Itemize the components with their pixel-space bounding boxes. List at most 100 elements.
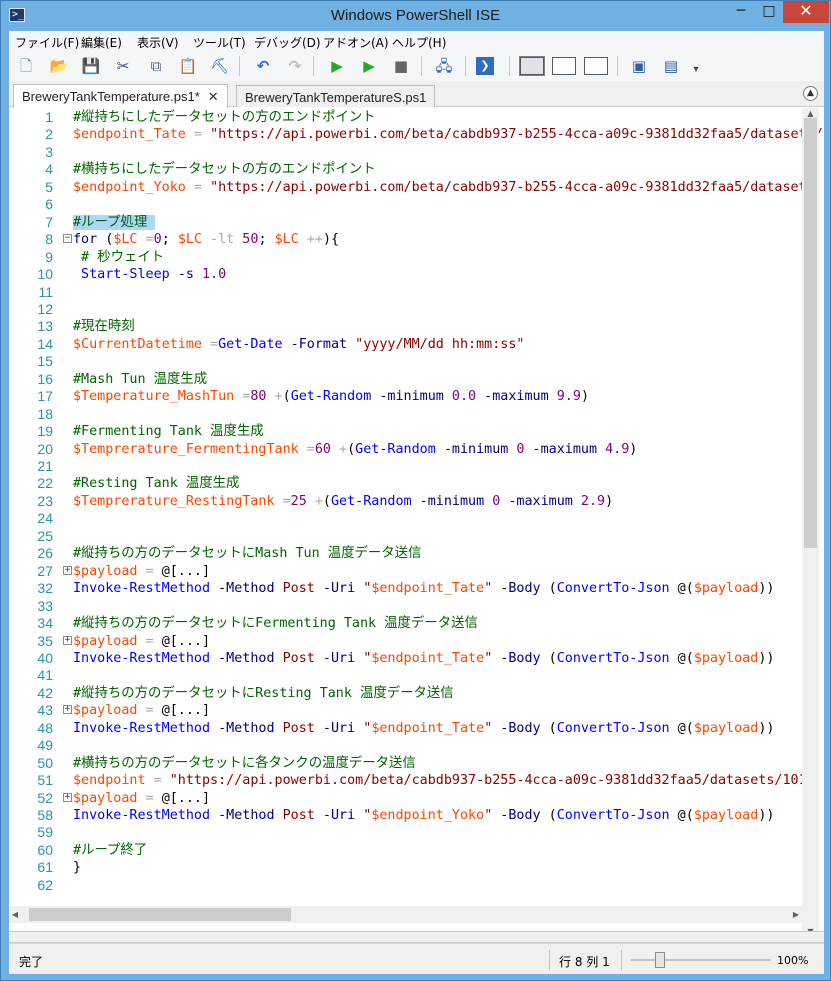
title-bar[interactable]: >_ Windows PowerShell ISE ─ □ ✕ [1, 1, 830, 31]
show-script-right-icon[interactable] [552, 57, 576, 75]
code-line[interactable]: 41 [9, 667, 799, 684]
scroll-right-icon[interactable]: ▶ [790, 906, 802, 923]
code-line[interactable]: 34 #縦持ちの方のデータセットにFermenting Tank 温度データ送信 [9, 615, 799, 632]
code-line[interactable]: 5 $endpoint_Yoko = "https://api.powerbi.c… [9, 179, 815, 196]
code-token: $endpoint_Yoko [371, 808, 485, 823]
show-script-top-icon[interactable] [519, 56, 545, 76]
stop-icon[interactable]: ■ [390, 55, 412, 77]
code-line[interactable]: 52 + $payload = @[...] [9, 790, 799, 807]
expand-region-icon[interactable]: + [63, 792, 72, 802]
menu-item[interactable]: ツール(T) [193, 34, 246, 51]
show-command-addon-icon[interactable]: ▤ [660, 55, 682, 77]
code-line[interactable]: 3 [9, 144, 799, 161]
code-line[interactable]: 7 #ループ処理 [9, 214, 799, 231]
code-line[interactable]: 12 [9, 301, 799, 318]
expand-region-icon[interactable]: + [63, 705, 72, 715]
maximize-button[interactable]: □ [755, 1, 783, 23]
code-line[interactable]: 32 Invoke-RestMethod -Method Post -Uri "$… [9, 580, 799, 597]
script-editor[interactable]: 1 #縦持ちにしたデータセットの方のエンドポイント 2 $endpoint_Tate … [9, 108, 824, 938]
scroll-left-icon[interactable]: ◀ [9, 906, 21, 923]
code-line[interactable]: 1 #縦持ちにしたデータセットの方のエンドポイント [9, 109, 799, 126]
code-line[interactable]: 35 + $payload = @[...] [9, 633, 799, 650]
code-token: Get-Date [218, 336, 283, 352]
code-line[interactable]: 20 $Temprerature_FermentingTank =60 +(Get… [9, 441, 799, 458]
horizontal-scrollbar[interactable]: ◀ ▶ [9, 906, 802, 923]
copy-icon[interactable]: ⧉ [145, 55, 167, 77]
minimize-button[interactable]: ─ [727, 1, 755, 23]
code-line[interactable]: 25 [9, 528, 799, 545]
code-line[interactable]: 58 Invoke-RestMethod -Method Post -Uri "$… [9, 807, 799, 824]
code-line[interactable]: 50 #横持ちの方のデータセットに各タンクの温度データ送信 [9, 755, 799, 772]
code-line[interactable]: 21 [9, 458, 799, 475]
code-line[interactable]: 10 Start-Sleep -s 1.0 [9, 266, 799, 283]
code-line[interactable]: 11 [9, 284, 799, 301]
run-script-icon[interactable]: ▶ [326, 55, 348, 77]
cut-icon[interactable]: ✂ [112, 55, 134, 77]
show-script-maximized-icon[interactable] [584, 57, 608, 75]
clear-console-icon[interactable]: ⛏ [209, 55, 231, 77]
code-line[interactable]: 6 [9, 196, 799, 213]
menu-item[interactable]: ファイル(F) [15, 34, 79, 51]
tab-brewery-tank-temperature[interactable]: BreweryTankTemperature.ps1* ✕ [13, 84, 228, 108]
code-line[interactable]: 26 #縦持ちの方のデータセットにMash Tun 温度データ送信 [9, 545, 799, 562]
code-line[interactable]: 18 [9, 406, 799, 423]
menu-item[interactable]: アドオン(A) [323, 34, 389, 51]
code-line[interactable]: 19 #Fermenting Tank 温度生成 [9, 423, 799, 440]
close-button[interactable]: ✕ [783, 1, 829, 23]
line-number: 2 [45, 126, 53, 143]
code-line[interactable]: 42 #縦持ちの方のデータセットにResting Tank 温度データ送信 [9, 685, 799, 702]
code-line[interactable]: 13 #現在時刻 [9, 318, 799, 335]
code-line[interactable]: 24 [9, 510, 799, 527]
code-line[interactable]: 22 #Resting Tank 温度生成 [9, 475, 799, 492]
code-line[interactable]: 60 #ループ終了 [9, 842, 799, 859]
code-line[interactable]: 43 + $payload = @[...] [9, 702, 799, 719]
code-line[interactable]: 59 [9, 824, 799, 841]
toolbar-overflow-icon[interactable]: ▾ [685, 59, 707, 81]
close-tab-icon[interactable]: ✕ [208, 89, 219, 105]
code-line[interactable]: 8− for ($LC =0; $LC -lt 50; $LC ++){ [9, 231, 799, 248]
code-line[interactable]: 40 Invoke-RestMethod -Method Post -Uri "$… [9, 650, 799, 667]
expand-region-icon[interactable]: + [63, 565, 72, 575]
zoom-slider[interactable] [631, 959, 771, 961]
open-file-icon[interactable]: 📂 [48, 55, 70, 77]
code-line[interactable]: 4 #横持ちにしたデータセットの方のエンドポイント [9, 161, 799, 178]
zoom-slider-thumb[interactable] [655, 952, 665, 968]
vertical-scrollbar[interactable]: ▲ ▼ [802, 108, 819, 938]
new-file-icon[interactable]: 🗋 [15, 55, 37, 77]
code-text: $Temperature_MashTun =80 +(Get-Random -m… [73, 388, 589, 405]
code-line[interactable]: 27 + $payload = @[...] [9, 563, 799, 580]
menu-item[interactable]: デバッグ(D) [254, 34, 321, 51]
code-line[interactable]: 62 [9, 877, 799, 894]
code-line[interactable]: 16 #Mash Tun 温度生成 [9, 371, 799, 388]
start-powershell-icon[interactable]: ❯ [476, 57, 494, 75]
menu-item[interactable]: ヘルプ(H) [392, 34, 446, 51]
save-icon[interactable]: 💾 [80, 55, 102, 77]
code-line[interactable]: 61} [9, 859, 799, 876]
code-line[interactable]: 33 [9, 598, 799, 615]
code-line[interactable]: 2 $endpoint_Tate = "https://api.powerbi.c… [9, 126, 823, 143]
pane-splitter[interactable] [9, 931, 824, 943]
menu-item[interactable]: 表示(V) [137, 34, 179, 51]
scrollbar-thumb[interactable] [29, 908, 291, 921]
code-line[interactable]: 14 $CurrentDatetime =Get-Date -Format "yy… [9, 336, 799, 353]
show-command-window-icon[interactable]: ▣ [628, 55, 650, 77]
redo-icon[interactable]: ↷ [284, 55, 306, 77]
code-line[interactable]: 48 Invoke-RestMethod -Method Post -Uri "$… [9, 720, 799, 737]
tab-brewery-tank-temperature-s[interactable]: BreweryTankTemperatureS.ps1 [236, 85, 436, 107]
undo-icon[interactable]: ↶ [252, 55, 274, 77]
code-token: 50 [234, 232, 259, 248]
code-line[interactable]: 49 [9, 737, 799, 754]
paste-icon[interactable]: 📋 [177, 55, 199, 77]
code-line[interactable]: 17 $Temperature_MashTun =80 +(Get-Random … [9, 388, 799, 405]
menu-item[interactable]: 編集(E) [81, 34, 122, 51]
scrollbar-thumb[interactable] [804, 118, 817, 548]
run-selection-icon[interactable]: ▶ [358, 55, 380, 77]
collapse-region-icon[interactable]: − [63, 234, 72, 244]
collapse-script-pane-icon[interactable]: ▲ [803, 86, 818, 101]
expand-region-icon[interactable]: + [63, 635, 72, 645]
new-remote-tab-icon[interactable]: 🖧 [433, 55, 455, 77]
code-line[interactable]: 51 $endpoint = "https://api.powerbi.com/b… [9, 772, 806, 789]
code-line[interactable]: 9 # 秒ウェイト [9, 249, 799, 266]
code-line[interactable]: 15 [9, 353, 799, 370]
code-line[interactable]: 23 $Temprerature_RestingTank =25 +(Get-Ra… [9, 493, 799, 510]
